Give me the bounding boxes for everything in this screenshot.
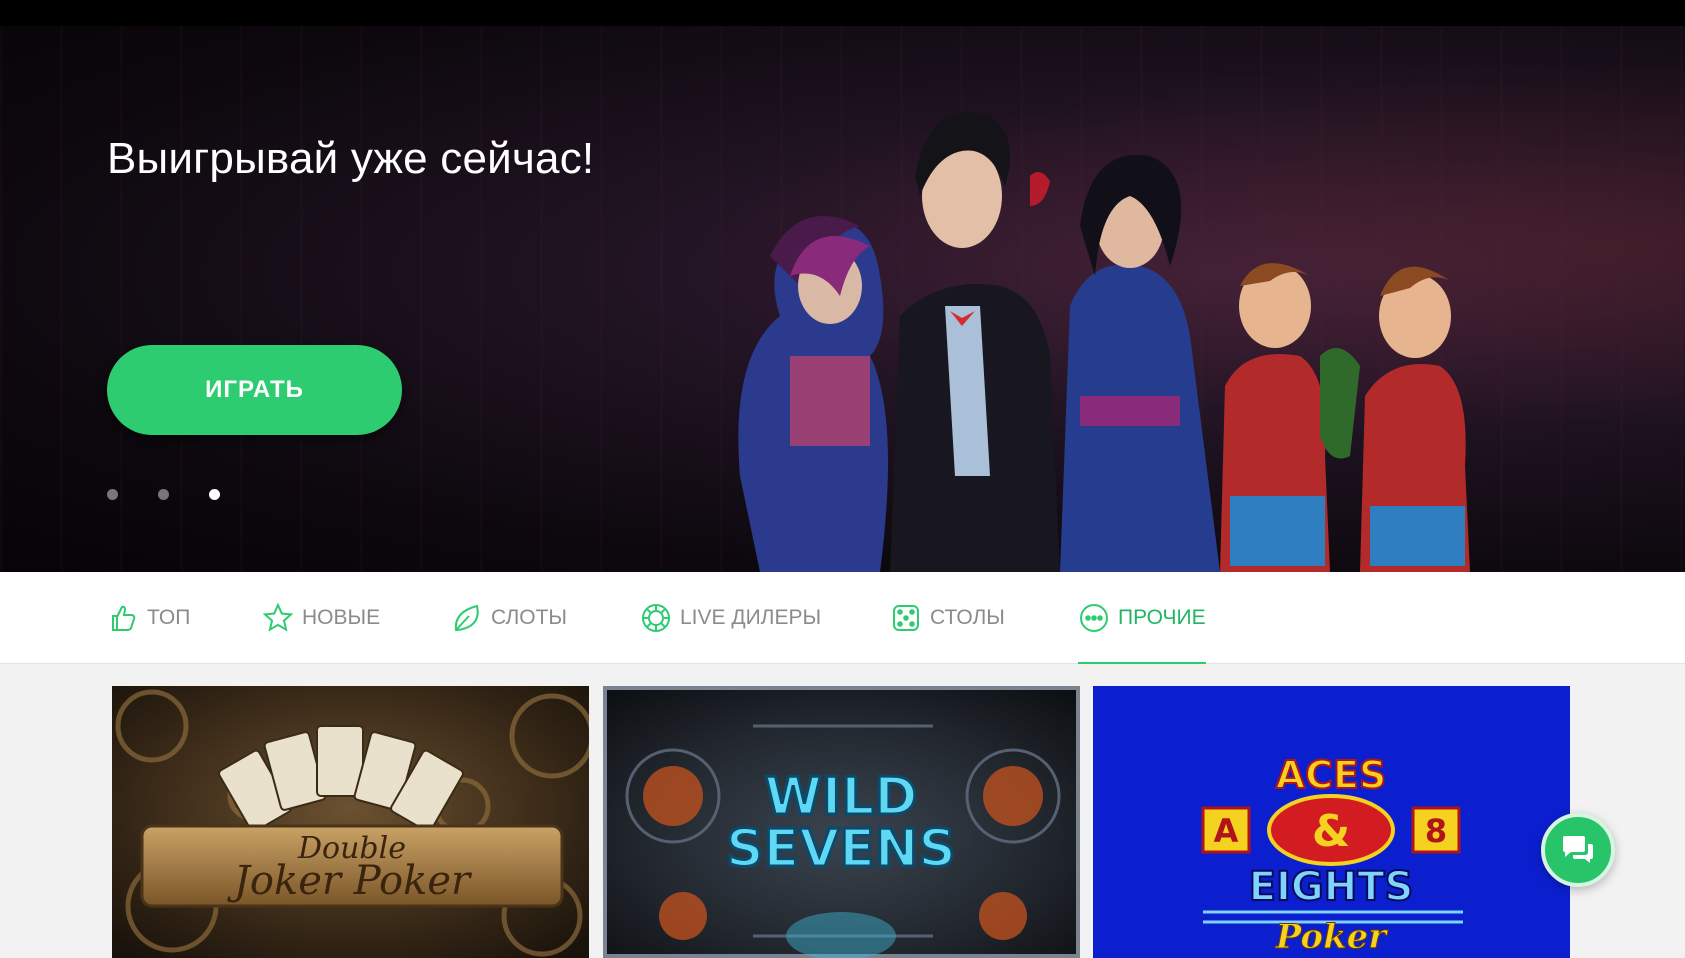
tab-tables-label: СТОЛЫ — [930, 606, 1005, 629]
games-grid: Double Joker Poker WILD SEVENS ACES A & … — [112, 686, 1572, 958]
game-thumbnail: WILD SEVENS — [603, 686, 1080, 958]
game-thumbnail: ACES A & 8 EIGHTS Poker — [1093, 686, 1570, 958]
thumbs-up-icon — [112, 605, 136, 631]
tab-slots[interactable]: СЛОТЫ — [451, 572, 567, 664]
tab-slots-label: СЛОТЫ — [491, 606, 568, 629]
tab-live-dealers-label: LIVE ДИЛЕРЫ — [680, 606, 822, 629]
chat-button[interactable] — [1541, 813, 1615, 887]
game-card-wild-sevens[interactable]: WILD SEVENS — [603, 686, 1080, 958]
hero-banner: Выигрывай уже сейчас! ИГРАТЬ — [0, 26, 1685, 572]
slider-dot-1[interactable] — [107, 489, 118, 500]
game-logo-top: ACES — [1276, 753, 1387, 797]
tab-other-label: ПРОЧИЕ — [1118, 606, 1206, 629]
hero-characters-illustration — [738, 112, 1470, 572]
game-card-aces-eights-poker[interactable]: ACES A & 8 EIGHTS Poker — [1093, 686, 1570, 958]
slider-dots — [107, 489, 220, 500]
tab-top[interactable]: ТОП — [107, 572, 190, 664]
game-logo-line2: Joker Poker — [227, 858, 473, 904]
game-logo-mid: & — [1312, 806, 1350, 857]
slider-dot-2[interactable] — [158, 489, 169, 500]
chip-icon — [642, 604, 670, 632]
game-card-double-joker-poker[interactable]: Double Joker Poker — [112, 686, 589, 958]
leaf-icon — [454, 604, 479, 632]
game-logo-line1: WILD — [764, 767, 917, 827]
play-button[interactable]: ИГРАТЬ — [107, 345, 402, 435]
game-logo-left: A — [1214, 812, 1239, 850]
tab-new[interactable]: НОВЫЕ — [262, 572, 380, 664]
top-bar — [0, 0, 1685, 26]
game-logo-right: 8 — [1425, 812, 1447, 850]
tab-tables[interactable]: СТОЛЫ — [890, 572, 1005, 664]
star-icon — [262, 602, 294, 632]
tab-other[interactable]: ПРОЧИЕ — [1078, 572, 1206, 664]
game-thumbnail: Double Joker Poker — [112, 686, 589, 958]
game-logo-line2: Poker — [1275, 917, 1389, 957]
game-category-tabs: ТОП НОВЫЕ СЛОТЫ LIVE ДИЛЕРЫ СТОЛЫ ПРОЧИЕ — [0, 572, 1685, 664]
hero-title: Выигрывай уже сейчас! — [107, 134, 595, 183]
tab-live-dealers[interactable]: LIVE ДИЛЕРЫ — [640, 572, 821, 664]
game-logo-line1: EIGHTS — [1249, 864, 1414, 910]
dice-icon — [893, 605, 919, 631]
game-logo-line2: SEVENS — [726, 819, 956, 879]
tab-new-label: НОВЫЕ — [302, 606, 381, 629]
more-icon — [1080, 604, 1108, 632]
chat-bubbles-icon — [1563, 836, 1593, 863]
slider-dot-3[interactable] — [209, 489, 220, 500]
tab-top-label: ТОП — [147, 606, 191, 629]
